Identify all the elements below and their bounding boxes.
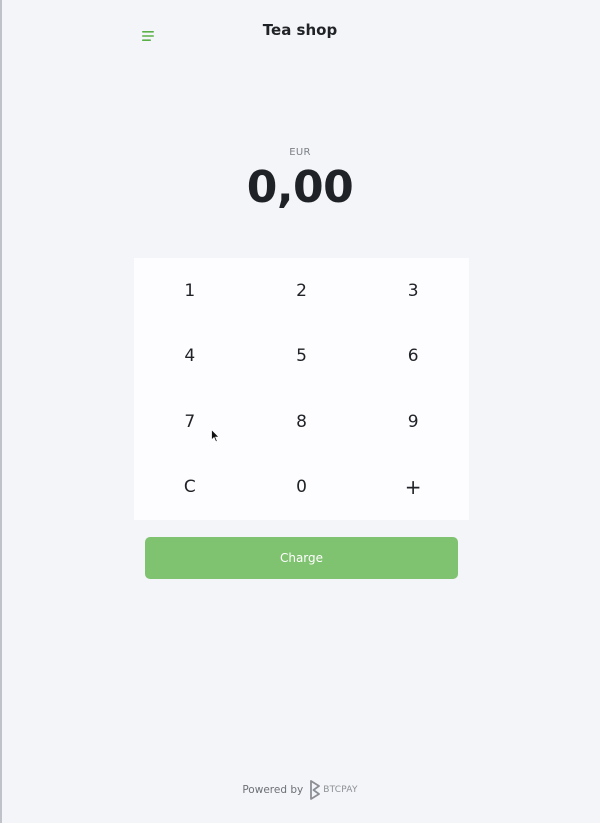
window-edge bbox=[0, 0, 2, 823]
key-9[interactable]: 9 bbox=[357, 389, 469, 455]
key-plus[interactable]: + bbox=[357, 455, 469, 521]
keypad: 1 2 3 4 5 6 7 8 9 C 0 + bbox=[134, 258, 469, 520]
key-4[interactable]: 4 bbox=[134, 324, 246, 390]
key-1[interactable]: 1 bbox=[134, 258, 246, 324]
page-title: Tea shop bbox=[262, 21, 338, 39]
footer: Powered by BTCPAY bbox=[0, 780, 600, 800]
amount-display: 0,00 bbox=[246, 162, 354, 213]
key-2[interactable]: 2 bbox=[246, 258, 358, 324]
key-6[interactable]: 6 bbox=[357, 324, 469, 390]
key-7[interactable]: 7 bbox=[134, 389, 246, 455]
key-3[interactable]: 3 bbox=[357, 258, 469, 324]
btcpay-logo-icon bbox=[310, 780, 321, 800]
btcpay-brand-text: BTCPAY bbox=[323, 785, 358, 795]
btcpay-logo-link[interactable]: BTCPAY bbox=[309, 780, 357, 800]
key-8[interactable]: 8 bbox=[246, 389, 358, 455]
key-5[interactable]: 5 bbox=[246, 324, 358, 390]
charge-button[interactable]: Charge bbox=[145, 537, 458, 579]
currency-label: EUR bbox=[289, 147, 311, 158]
charge-button-label: Charge bbox=[279, 551, 324, 565]
key-clear[interactable]: C bbox=[134, 455, 246, 521]
powered-by-label: Powered by bbox=[242, 784, 304, 796]
key-0[interactable]: 0 bbox=[246, 455, 358, 521]
